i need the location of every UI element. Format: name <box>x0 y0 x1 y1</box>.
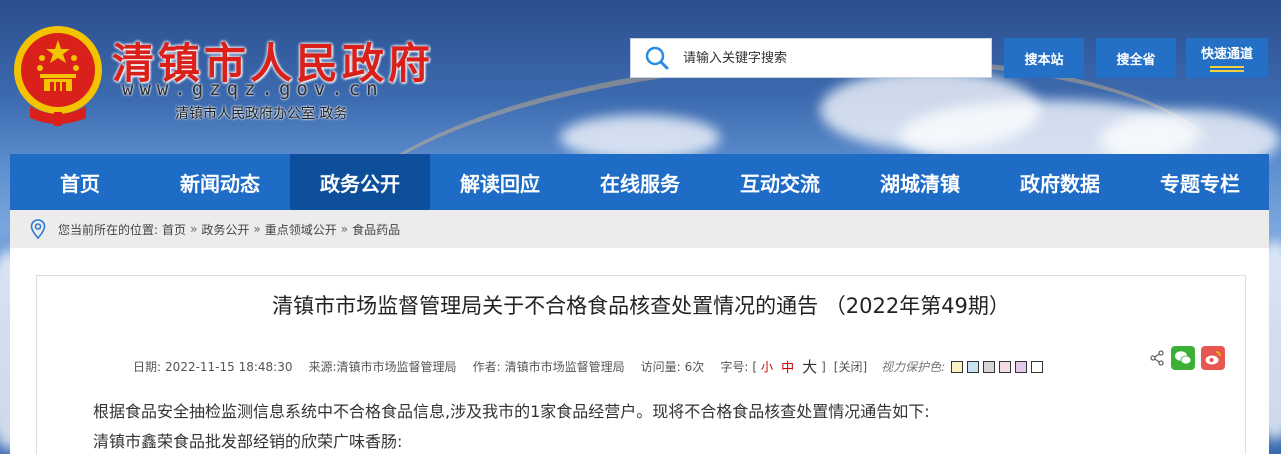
fast-channel-button[interactable]: 快速通道 <box>1186 38 1268 78</box>
search-site-button[interactable]: 搜本站 <box>1004 38 1084 78</box>
eye-protection-swatch[interactable] <box>983 360 996 373</box>
breadcrumb-separator: » <box>253 222 261 236</box>
nav-item-interpretation[interactable]: 解读回应 <box>430 154 570 210</box>
eye-protection-label: 视力保护色: <box>881 360 946 374</box>
nav-item-home[interactable]: 首页 <box>10 154 150 210</box>
eye-protection-swatch[interactable] <box>999 360 1012 373</box>
breadcrumb-separator: » <box>190 222 198 236</box>
breadcrumb-link-key-areas[interactable]: 重点领域公开 <box>265 221 337 238</box>
site-subtitle: 清镇市人民政府办公室.政务 <box>175 106 348 122</box>
eye-protection-swatch[interactable] <box>1031 360 1044 373</box>
font-bracket-close: ] <box>821 359 826 374</box>
breadcrumb-link-food-drugs[interactable]: 食品药品 <box>352 221 400 238</box>
article-paragraph: 根据食品安全抽检监测信息系统中不合格食品信息,涉及我市的1家食品经营户。现将不合… <box>93 402 930 421</box>
views-value: 6次 <box>684 360 705 374</box>
nav-item-government-data[interactable]: 政府数据 <box>990 154 1130 210</box>
nav-item-news[interactable]: 新闻动态 <box>150 154 290 210</box>
national-emblem-logo <box>10 22 106 128</box>
search-icon[interactable] <box>631 38 683 78</box>
content-area: 清镇市市场监督管理局关于不合格食品核查处置情况的通告 （2022年第49期） 日… <box>10 248 1269 454</box>
source-value: 清镇市市场监督管理局 <box>336 360 457 374</box>
share-bar <box>1149 346 1225 370</box>
font-medium-button[interactable]: 中 <box>781 357 794 376</box>
weibo-icon[interactable] <box>1201 346 1225 370</box>
breadcrumb-prefix: 您当前所在的位置: <box>58 222 159 237</box>
eye-protection-swatch[interactable] <box>951 360 964 373</box>
article-paragraph: 清镇市鑫荣食品批发部经销的欣荣广味香肠: <box>93 432 403 451</box>
date-label: 日期: <box>133 360 162 374</box>
article-title: 清镇市市场监督管理局关于不合格食品核查处置情况的通告 （2022年第49期） <box>272 294 1010 318</box>
wechat-icon[interactable] <box>1171 346 1195 370</box>
date-value: 2022-11-15 18:48:30 <box>165 359 293 374</box>
font-large-button[interactable]: 大 <box>802 356 817 377</box>
nav-item-online-service[interactable]: 在线服务 <box>570 154 710 210</box>
breadcrumb-link-home[interactable]: 首页 <box>162 221 186 238</box>
nav-item-special-topics[interactable]: 专题专栏 <box>1130 154 1270 210</box>
font-small-button[interactable]: 小 <box>761 358 773 375</box>
share-icon[interactable] <box>1149 350 1165 366</box>
search-input[interactable] <box>683 50 973 66</box>
eye-protection-swatch[interactable] <box>967 360 980 373</box>
nav-item-interaction[interactable]: 互动交流 <box>710 154 850 210</box>
eye-protection-swatch[interactable] <box>1015 360 1028 373</box>
font-size-label: 字号: <box>720 360 749 374</box>
search-box <box>630 38 992 78</box>
breadcrumb-separator: » <box>340 222 349 236</box>
article: 清镇市市场监督管理局关于不合格食品核查处置情况的通告 （2022年第49期） 日… <box>36 275 1246 454</box>
breadcrumb: 您当前所在的位置: 首页 » 政务公开 » 重点领域公开 » 食品药品 <box>10 210 1269 248</box>
site-url: www.gzqz.gov.cn <box>122 78 384 100</box>
main-nav: 首页 新闻动态 政务公开 解读回应 在线服务 互动交流 湖城清镇 政府数据 专题… <box>10 154 1269 210</box>
menu-lines-icon <box>1210 65 1244 74</box>
views-label: 访问量: <box>640 360 681 374</box>
font-bracket-open: [ <box>752 359 758 374</box>
close-button[interactable]: [关闭] <box>834 358 867 375</box>
search-province-button[interactable]: 搜全省 <box>1096 38 1176 78</box>
nav-item-government-affairs[interactable]: 政务公开 <box>290 154 430 210</box>
nav-item-lake-city[interactable]: 湖城清镇 <box>850 154 990 210</box>
author-label: 作者: <box>472 360 501 374</box>
fast-channel-label: 快速通道 <box>1200 46 1253 62</box>
source-label: 来源: <box>308 360 337 374</box>
article-meta: 日期: 2022-11-15 18:48:30 来源: 清镇市市场监督管理局 作… <box>133 356 1047 377</box>
author-value: 清镇市市场监督管理局 <box>504 360 625 374</box>
location-pin-icon <box>30 219 46 239</box>
breadcrumb-link-government-affairs[interactable]: 政务公开 <box>201 221 249 238</box>
